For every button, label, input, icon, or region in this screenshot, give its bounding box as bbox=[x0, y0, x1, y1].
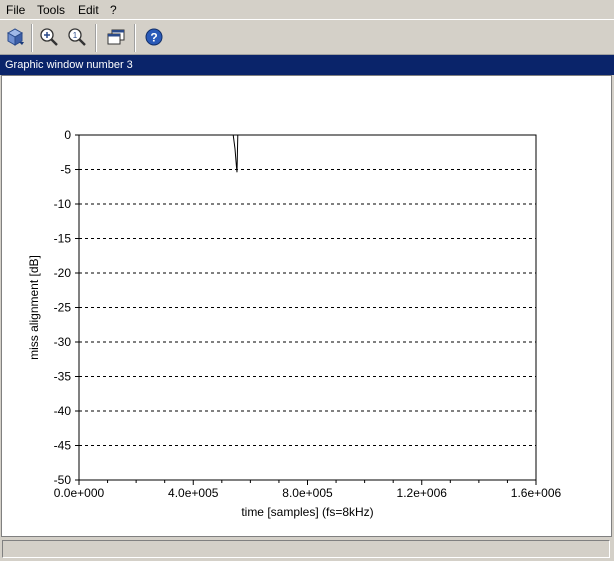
y-tick-label: -35 bbox=[54, 370, 72, 384]
y-axis-label: miss alignment [dB] bbox=[27, 255, 41, 360]
series-line bbox=[232, 134, 239, 173]
window-title: Graphic window number 3 bbox=[5, 59, 133, 71]
y-tick-label: -40 bbox=[54, 404, 72, 418]
toolbar-separator bbox=[95, 24, 97, 52]
toolbar: 1 ? bbox=[0, 19, 614, 55]
help-icon: ? bbox=[145, 28, 163, 46]
x-tick-label: 1.6e+006 bbox=[511, 486, 562, 500]
x-axis-label: time [samples] (fs=8kHz) bbox=[241, 505, 373, 519]
rotate-icon bbox=[6, 28, 24, 46]
windows-button[interactable] bbox=[104, 25, 128, 49]
y-tick-label: -50 bbox=[54, 473, 72, 487]
menu-bar: File Tools Edit ? bbox=[0, 0, 614, 19]
y-tick-label: -45 bbox=[54, 439, 72, 453]
x-tick-label: 1.2e+006 bbox=[397, 486, 448, 500]
zoom-reset-icon: 1 bbox=[68, 28, 86, 46]
y-tick-label: 0 bbox=[64, 128, 71, 142]
toolbar-separator bbox=[134, 24, 136, 52]
menu-help[interactable]: ? bbox=[110, 3, 117, 17]
y-tick-label: -30 bbox=[54, 335, 72, 349]
zoom-in-button[interactable] bbox=[37, 25, 61, 49]
windows-icon bbox=[107, 29, 125, 45]
y-tick-label: -25 bbox=[54, 301, 72, 315]
y-tick-label: -5 bbox=[60, 163, 71, 177]
toolbar-separator bbox=[31, 24, 33, 52]
graphic-window-title-bar: Graphic window number 3 bbox=[0, 55, 614, 75]
svg-text:1: 1 bbox=[73, 31, 78, 40]
menu-tools[interactable]: Tools bbox=[37, 3, 65, 17]
status-bar bbox=[2, 540, 610, 558]
rotate-button[interactable] bbox=[3, 25, 27, 49]
line-chart: 0 -5 -10 -15 -20 -25 -30 -35 -40 -45 -500.0e+000 4.… bbox=[27, 128, 562, 519]
svg-text:?: ? bbox=[150, 31, 157, 45]
x-tick-label: 4.0e+005 bbox=[168, 486, 219, 500]
menu-edit[interactable]: Edit bbox=[78, 3, 99, 17]
graphic-canvas[interactable]: 0 -5 -10 -15 -20 -25 -30 -35 -40 -45 -50 0.0e+000 4.… bbox=[1, 75, 612, 537]
y-tick-label: -20 bbox=[54, 266, 72, 280]
zoom-in-icon bbox=[40, 28, 58, 46]
y-tick-label: -10 bbox=[54, 197, 72, 211]
x-tick-label: 8.0e+005 bbox=[282, 486, 333, 500]
zoom-reset-button[interactable]: 1 bbox=[65, 25, 89, 49]
help-button[interactable]: ? bbox=[142, 25, 166, 49]
x-tick-label: 0.0e+000 bbox=[54, 486, 105, 500]
menu-file[interactable]: File bbox=[6, 3, 25, 17]
y-tick-label: -15 bbox=[54, 232, 72, 246]
